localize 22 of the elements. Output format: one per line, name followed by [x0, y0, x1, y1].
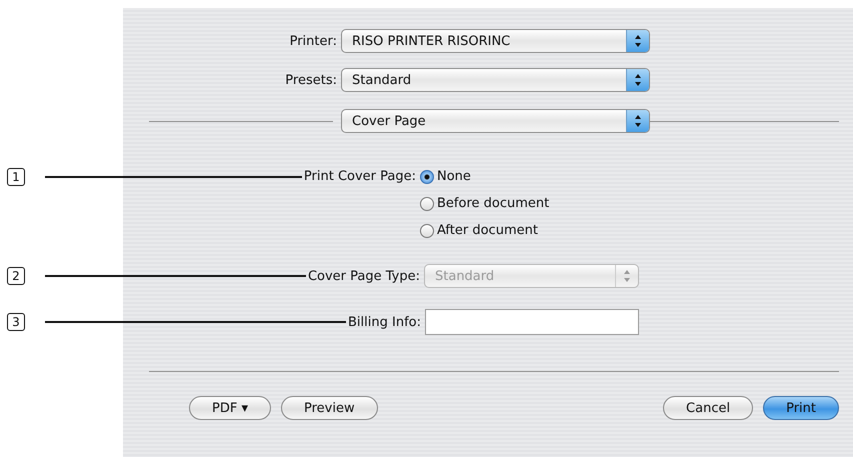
printer-label: Printer: [290, 34, 338, 48]
callout-number: 3 [7, 313, 25, 331]
dialog-button[interactable]: Cancel [663, 396, 754, 420]
billing-info-field[interactable] [425, 309, 639, 335]
billing-info-label: Billing Info: [348, 314, 422, 330]
cover-page-type-label: Cover Page Type: [308, 268, 421, 284]
print-button[interactable]: Print [763, 396, 839, 420]
presets-label: Presets: [285, 72, 338, 88]
callout-number: 1 [7, 168, 25, 186]
printer-popup[interactable]: RISO PRINTER RISORINC [341, 29, 650, 53]
dialog-button[interactable]: Preview [281, 396, 378, 420]
callout-number: 2 [7, 267, 25, 285]
radio-option[interactable]: Before document [420, 190, 550, 217]
dialog-button[interactable]: PDF ▾ [189, 396, 271, 420]
up-down-arrows-icon [626, 110, 649, 132]
pane-popup[interactable]: Cover Page [341, 109, 650, 133]
up-down-arrows-icon [626, 69, 649, 91]
print-cover-page-label: Print Cover Page: [304, 169, 417, 184]
presets-popup[interactable]: Standard [341, 68, 650, 92]
up-down-arrows-icon [626, 30, 649, 52]
radio-option[interactable]: None [420, 163, 550, 190]
radio-option[interactable]: After document [420, 217, 550, 244]
